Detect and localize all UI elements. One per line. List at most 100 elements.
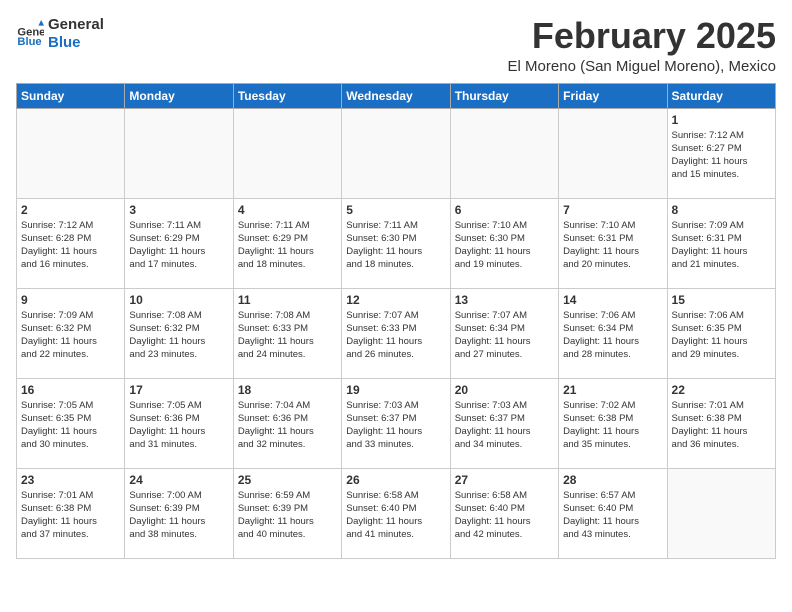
week-row-4: 16Sunrise: 7:05 AM Sunset: 6:35 PM Dayli… bbox=[17, 378, 776, 468]
calendar-cell: 12 Sunrise: 7:07 AM Sunset: 6:33 PM Dayli… bbox=[342, 288, 450, 378]
calendar-cell: 26 Sunrise: 6:58 AM Sunset: 6:40 PM Dayli… bbox=[342, 468, 450, 558]
day-number: 23 bbox=[21, 473, 120, 487]
day-number: 26 bbox=[346, 473, 445, 487]
day-info: Sunrise: 7:09 AM Sunset: 6:31 PM Dayligh… bbox=[672, 219, 771, 272]
calendar-cell: 7 Sunrise: 7:10 AM Sunset: 6:31 PM Daylig… bbox=[559, 198, 667, 288]
day-info: Sunrise: 7:01 AM Sunset: 6:38 PM Dayligh… bbox=[672, 399, 771, 452]
day-info: Sunrise: 7:11 AM Sunset: 6:29 PM Dayligh… bbox=[238, 219, 337, 272]
day-number: 11 bbox=[238, 293, 337, 307]
day-number: 8 bbox=[672, 203, 771, 217]
weekday-header-saturday: Saturday bbox=[667, 83, 775, 108]
calendar-cell: 22 Sunrise: 7:01 AM Sunset: 6:38 PM Dayli… bbox=[667, 378, 775, 468]
day-info: Sunrise: 7:08 AM Sunset: 6:32 PM Dayligh… bbox=[129, 309, 228, 362]
day-info: Sunrise: 7:06 AM Sunset: 6:35 PM Dayligh… bbox=[672, 309, 771, 362]
day-info: Sunrise: 7:00 AM Sunset: 6:39 PM Dayligh… bbox=[129, 489, 228, 542]
location-title: El Moreno (San Miguel Moreno), Mexico bbox=[508, 58, 776, 75]
calendar-cell bbox=[667, 468, 775, 558]
day-number: 20 bbox=[455, 383, 554, 397]
day-info: Sunrise: 7:11 AM Sunset: 6:29 PM Dayligh… bbox=[129, 219, 228, 272]
weekday-header-row: SundayMondayTuesdayWednesdayThursdayFrid… bbox=[17, 83, 776, 108]
day-info: Sunrise: 7:01 AM Sunset: 6:38 PM Dayligh… bbox=[21, 489, 120, 542]
day-info: Sunrise: 7:11 AM Sunset: 6:30 PM Dayligh… bbox=[346, 219, 445, 272]
day-info: Sunrise: 7:08 AM Sunset: 6:33 PM Dayligh… bbox=[238, 309, 337, 362]
calendar-cell: 20 Sunrise: 7:03 AM Sunset: 6:37 PM Dayli… bbox=[450, 378, 558, 468]
day-number: 14 bbox=[563, 293, 662, 307]
weekday-header-sunday: Sunday bbox=[17, 83, 125, 108]
month-title: February 2025 bbox=[508, 16, 776, 56]
day-number: 10 bbox=[129, 293, 228, 307]
day-info: Sunrise: 7:06 AM Sunset: 6:34 PM Dayligh… bbox=[563, 309, 662, 362]
calendar-cell bbox=[342, 108, 450, 198]
weekday-header-thursday: Thursday bbox=[450, 83, 558, 108]
calendar-cell bbox=[233, 108, 341, 198]
day-info: Sunrise: 7:07 AM Sunset: 6:34 PM Dayligh… bbox=[455, 309, 554, 362]
calendar-cell: 19 Sunrise: 7:03 AM Sunset: 6:37 PM Dayli… bbox=[342, 378, 450, 468]
calendar-cell: 9 Sunrise: 7:09 AM Sunset: 6:32 PM Daylig… bbox=[17, 288, 125, 378]
calendar-cell: 21Sunrise: 7:02 AM Sunset: 6:38 PM Dayli… bbox=[559, 378, 667, 468]
calendar-cell: 5 Sunrise: 7:11 AM Sunset: 6:30 PM Daylig… bbox=[342, 198, 450, 288]
day-info: Sunrise: 6:57 AM Sunset: 6:40 PM Dayligh… bbox=[563, 489, 662, 542]
calendar-cell: 4Sunrise: 7:11 AM Sunset: 6:29 PM Daylig… bbox=[233, 198, 341, 288]
calendar-cell: 18 Sunrise: 7:04 AM Sunset: 6:36 PM Dayli… bbox=[233, 378, 341, 468]
day-info: Sunrise: 7:05 AM Sunset: 6:35 PM Dayligh… bbox=[21, 399, 120, 452]
day-info: Sunrise: 7:10 AM Sunset: 6:30 PM Dayligh… bbox=[455, 219, 554, 272]
week-row-1: 1 Sunrise: 7:12 AM Sunset: 6:27 PM Daylig… bbox=[17, 108, 776, 198]
day-info: Sunrise: 7:05 AM Sunset: 6:36 PM Dayligh… bbox=[129, 399, 228, 452]
calendar-cell: 6Sunrise: 7:10 AM Sunset: 6:30 PM Daylig… bbox=[450, 198, 558, 288]
day-info: Sunrise: 7:07 AM Sunset: 6:33 PM Dayligh… bbox=[346, 309, 445, 362]
calendar-cell bbox=[450, 108, 558, 198]
day-number: 19 bbox=[346, 383, 445, 397]
calendar-cell: 11 Sunrise: 7:08 AM Sunset: 6:33 PM Dayli… bbox=[233, 288, 341, 378]
logo-general: General bbox=[48, 16, 104, 34]
calendar-cell: 24 Sunrise: 7:00 AM Sunset: 6:39 PM Dayli… bbox=[125, 468, 233, 558]
week-row-3: 9 Sunrise: 7:09 AM Sunset: 6:32 PM Daylig… bbox=[17, 288, 776, 378]
day-number: 15 bbox=[672, 293, 771, 307]
weekday-header-monday: Monday bbox=[125, 83, 233, 108]
page-header: General Blue General Blue February 2025 … bbox=[16, 16, 776, 75]
calendar-cell: 14 Sunrise: 7:06 AM Sunset: 6:34 PM Dayli… bbox=[559, 288, 667, 378]
day-number: 27 bbox=[455, 473, 554, 487]
day-info: Sunrise: 6:59 AM Sunset: 6:39 PM Dayligh… bbox=[238, 489, 337, 542]
day-number: 25 bbox=[238, 473, 337, 487]
day-number: 9 bbox=[21, 293, 120, 307]
calendar-cell: 17 Sunrise: 7:05 AM Sunset: 6:36 PM Dayli… bbox=[125, 378, 233, 468]
day-number: 18 bbox=[238, 383, 337, 397]
day-number: 7 bbox=[563, 203, 662, 217]
day-info: Sunrise: 7:04 AM Sunset: 6:36 PM Dayligh… bbox=[238, 399, 337, 452]
calendar-cell: 10 Sunrise: 7:08 AM Sunset: 6:32 PM Dayli… bbox=[125, 288, 233, 378]
day-number: 17 bbox=[129, 383, 228, 397]
calendar-cell: 16Sunrise: 7:05 AM Sunset: 6:35 PM Dayli… bbox=[17, 378, 125, 468]
day-number: 13 bbox=[455, 293, 554, 307]
calendar-cell: 2Sunrise: 7:12 AM Sunset: 6:28 PM Daylig… bbox=[17, 198, 125, 288]
day-number: 12 bbox=[346, 293, 445, 307]
day-number: 1 bbox=[672, 113, 771, 127]
calendar-cell: 27 Sunrise: 6:58 AM Sunset: 6:40 PM Dayli… bbox=[450, 468, 558, 558]
calendar-table: SundayMondayTuesdayWednesdayThursdayFrid… bbox=[16, 83, 776, 559]
day-info: Sunrise: 7:10 AM Sunset: 6:31 PM Dayligh… bbox=[563, 219, 662, 272]
calendar-cell bbox=[17, 108, 125, 198]
day-info: Sunrise: 7:09 AM Sunset: 6:32 PM Dayligh… bbox=[21, 309, 120, 362]
day-number: 5 bbox=[346, 203, 445, 217]
day-info: Sunrise: 7:03 AM Sunset: 6:37 PM Dayligh… bbox=[455, 399, 554, 452]
day-number: 22 bbox=[672, 383, 771, 397]
week-row-2: 2Sunrise: 7:12 AM Sunset: 6:28 PM Daylig… bbox=[17, 198, 776, 288]
calendar-cell: 1 Sunrise: 7:12 AM Sunset: 6:27 PM Daylig… bbox=[667, 108, 775, 198]
day-info: Sunrise: 6:58 AM Sunset: 6:40 PM Dayligh… bbox=[455, 489, 554, 542]
day-info: Sunrise: 6:58 AM Sunset: 6:40 PM Dayligh… bbox=[346, 489, 445, 542]
calendar-cell: 28 Sunrise: 6:57 AM Sunset: 6:40 PM Dayli… bbox=[559, 468, 667, 558]
day-number: 3 bbox=[129, 203, 228, 217]
day-info: Sunrise: 7:03 AM Sunset: 6:37 PM Dayligh… bbox=[346, 399, 445, 452]
calendar-cell: 13 Sunrise: 7:07 AM Sunset: 6:34 PM Dayli… bbox=[450, 288, 558, 378]
title-area: February 2025 El Moreno (San Miguel More… bbox=[508, 16, 776, 75]
day-number: 28 bbox=[563, 473, 662, 487]
svg-text:Blue: Blue bbox=[17, 36, 41, 48]
day-info: Sunrise: 7:02 AM Sunset: 6:38 PM Dayligh… bbox=[563, 399, 662, 452]
weekday-header-wednesday: Wednesday bbox=[342, 83, 450, 108]
weekday-header-tuesday: Tuesday bbox=[233, 83, 341, 108]
day-info: Sunrise: 7:12 AM Sunset: 6:27 PM Dayligh… bbox=[672, 129, 771, 182]
day-number: 24 bbox=[129, 473, 228, 487]
logo-blue: Blue bbox=[48, 34, 104, 52]
day-number: 2 bbox=[21, 203, 120, 217]
logo: General Blue General Blue bbox=[16, 16, 104, 52]
logo-icon: General Blue bbox=[16, 20, 44, 48]
